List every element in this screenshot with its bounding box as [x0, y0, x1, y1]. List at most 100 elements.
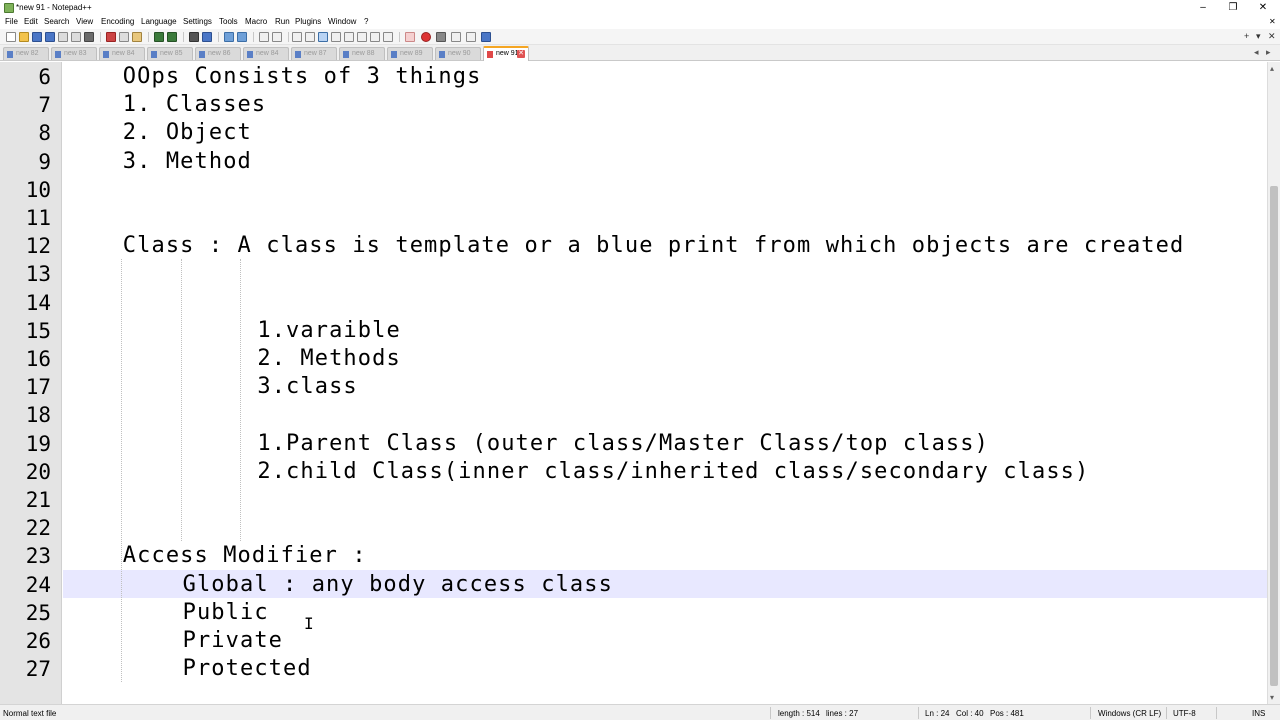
sync-horizontal-icon[interactable] — [272, 32, 282, 42]
tab-new-91[interactable]: new 91 ✕ — [483, 46, 529, 61]
editor-line[interactable]: 2.child Class(inner class/inherited clas… — [63, 457, 1267, 485]
tab-new-87[interactable]: new 87 — [291, 47, 337, 60]
menu-tools[interactable]: Tools — [219, 17, 238, 26]
title-bar: *new 91 - Notepad++ – ❐ ✕ — [0, 0, 1280, 16]
zoom-out-icon[interactable] — [237, 32, 247, 42]
editor-line[interactable]: Protected — [63, 654, 1267, 682]
tab-new-89[interactable]: new 89 — [387, 47, 433, 60]
menu-edit[interactable]: Edit — [24, 17, 38, 26]
cut-icon[interactable] — [106, 32, 116, 42]
menu-search[interactable]: Search — [44, 17, 69, 26]
status-eol-format: Windows (CR LF) — [1098, 709, 1162, 718]
editor-line[interactable]: 1.Parent Class (outer class/Master Class… — [63, 429, 1267, 457]
toolbar-separator — [288, 32, 289, 42]
editor-line[interactable] — [63, 485, 1267, 513]
paste-icon[interactable] — [132, 32, 142, 42]
tab-new-82[interactable]: new 82 — [3, 47, 49, 60]
save-icon[interactable] — [32, 32, 42, 42]
function-list-icon[interactable] — [357, 32, 367, 42]
scroll-up-icon[interactable]: ▴ — [1270, 64, 1274, 73]
editor-line[interactable]: Access Modifier : — [63, 541, 1267, 569]
toolbar-close-icon[interactable]: ✕ — [1268, 31, 1276, 42]
tab-new-86[interactable]: new 86 — [195, 47, 241, 60]
sync-vertical-icon[interactable] — [259, 32, 269, 42]
menu-macro[interactable]: Macro — [245, 17, 267, 26]
run-macro-multiple-icon[interactable] — [466, 32, 476, 42]
menu-help[interactable]: ? — [364, 17, 368, 26]
menu-encoding[interactable]: Encoding — [101, 17, 134, 26]
current-line[interactable]: Global : any body access class — [63, 569, 1267, 598]
vertical-scrollbar[interactable]: ▴ ▾ — [1267, 62, 1280, 704]
line-number: 25 — [25, 600, 51, 625]
print-icon[interactable] — [84, 32, 94, 42]
editor-line[interactable]: 1. Classes — [63, 90, 1267, 118]
word-wrap-icon[interactable] — [292, 32, 302, 42]
tab-new-88[interactable]: new 88 — [339, 47, 385, 60]
tab-scroll-left-icon[interactable]: ◂ — [1254, 47, 1259, 58]
record-macro-icon[interactable] — [421, 32, 431, 42]
tab-close-icon[interactable]: ✕ — [517, 50, 525, 58]
editor-line[interactable] — [63, 513, 1267, 541]
menu-settings[interactable]: Settings — [183, 17, 212, 26]
replace-icon[interactable] — [202, 32, 212, 42]
editor-line[interactable] — [63, 203, 1267, 231]
tab-new-90[interactable]: new 90 — [435, 47, 481, 60]
tab-new-85[interactable]: new 85 — [147, 47, 193, 60]
editor-line[interactable] — [63, 400, 1267, 428]
show-all-characters-icon[interactable] — [305, 32, 315, 42]
tab-new-83[interactable]: new 83 — [51, 47, 97, 60]
undo-icon[interactable] — [154, 32, 164, 42]
document-map-icon[interactable] — [344, 32, 354, 42]
maximize-button[interactable]: ❐ — [1218, 0, 1248, 16]
editor-line[interactable]: Class : A class is template or a blue pr… — [63, 231, 1267, 259]
chevron-down-icon[interactable]: ▾ — [1256, 31, 1261, 42]
editor-line[interactable]: 1.varaible — [63, 316, 1267, 344]
editor-line[interactable] — [63, 259, 1267, 287]
close-file-icon[interactable] — [58, 32, 68, 42]
open-folder-icon[interactable] — [19, 32, 29, 42]
editor-line[interactable] — [63, 175, 1267, 203]
save-all-icon[interactable] — [45, 32, 55, 42]
editor-line[interactable]: Public — [63, 598, 1267, 626]
folder-workspace-icon[interactable] — [370, 32, 380, 42]
scrollbar-thumb[interactable] — [1270, 186, 1278, 686]
find-icon[interactable] — [189, 32, 199, 42]
macro-panel-icon[interactable] — [405, 32, 415, 42]
editor-line[interactable]: OOps Consists of 3 things — [63, 62, 1267, 90]
menu-run[interactable]: Run — [275, 17, 290, 26]
editor-line[interactable]: 3.class — [63, 372, 1267, 400]
copy-icon[interactable] — [119, 32, 129, 42]
editor-line[interactable] — [63, 288, 1267, 316]
menu-view[interactable]: View — [76, 17, 93, 26]
menu-window[interactable]: Window — [328, 17, 356, 26]
stop-recording-icon[interactable] — [436, 32, 446, 42]
menu-close-document[interactable]: ✕ — [1269, 17, 1276, 26]
menu-file[interactable]: File — [5, 17, 18, 26]
indent-guide-icon[interactable] — [318, 32, 328, 42]
menu-language[interactable]: Language — [141, 17, 177, 26]
save-macro-icon[interactable] — [481, 32, 491, 42]
editor-line[interactable]: Private — [63, 626, 1267, 654]
playback-macro-icon[interactable] — [451, 32, 461, 42]
text-area[interactable]: OOps Consists of 3 things 1. Classes 2. Ob… — [63, 62, 1267, 704]
redo-icon[interactable] — [167, 32, 177, 42]
monitoring-icon[interactable] — [383, 32, 393, 42]
toolbar-plus-icon[interactable]: + — [1244, 31, 1249, 41]
tab-new-84[interactable]: new 84 — [99, 47, 145, 60]
zoom-in-icon[interactable] — [224, 32, 234, 42]
minimize-button[interactable]: – — [1188, 0, 1218, 16]
tab-new-84-b[interactable]: new 84 — [243, 47, 289, 60]
scroll-down-icon[interactable]: ▾ — [1270, 693, 1274, 702]
editor-line[interactable]: 3. Method — [63, 147, 1267, 175]
close-button[interactable]: ✕ — [1248, 0, 1278, 16]
editor[interactable]: 6 7 8 9 10 11 12 13 14 15 16 17 18 19 20 21 22 23 24 25 26 27… — [0, 62, 1267, 704]
new-file-icon[interactable] — [6, 32, 16, 42]
user-language-icon[interactable] — [331, 32, 341, 42]
line-number: 21 — [25, 488, 51, 512]
close-all-icon[interactable] — [71, 32, 81, 42]
editor-line[interactable]: 2. Methods — [63, 344, 1267, 372]
editor-line[interactable]: 2. Object — [63, 118, 1267, 146]
tab-scroll-right-icon[interactable]: ▸ — [1266, 47, 1271, 58]
toolbar-separator — [399, 32, 400, 42]
menu-plugins[interactable]: Plugins — [295, 17, 321, 26]
